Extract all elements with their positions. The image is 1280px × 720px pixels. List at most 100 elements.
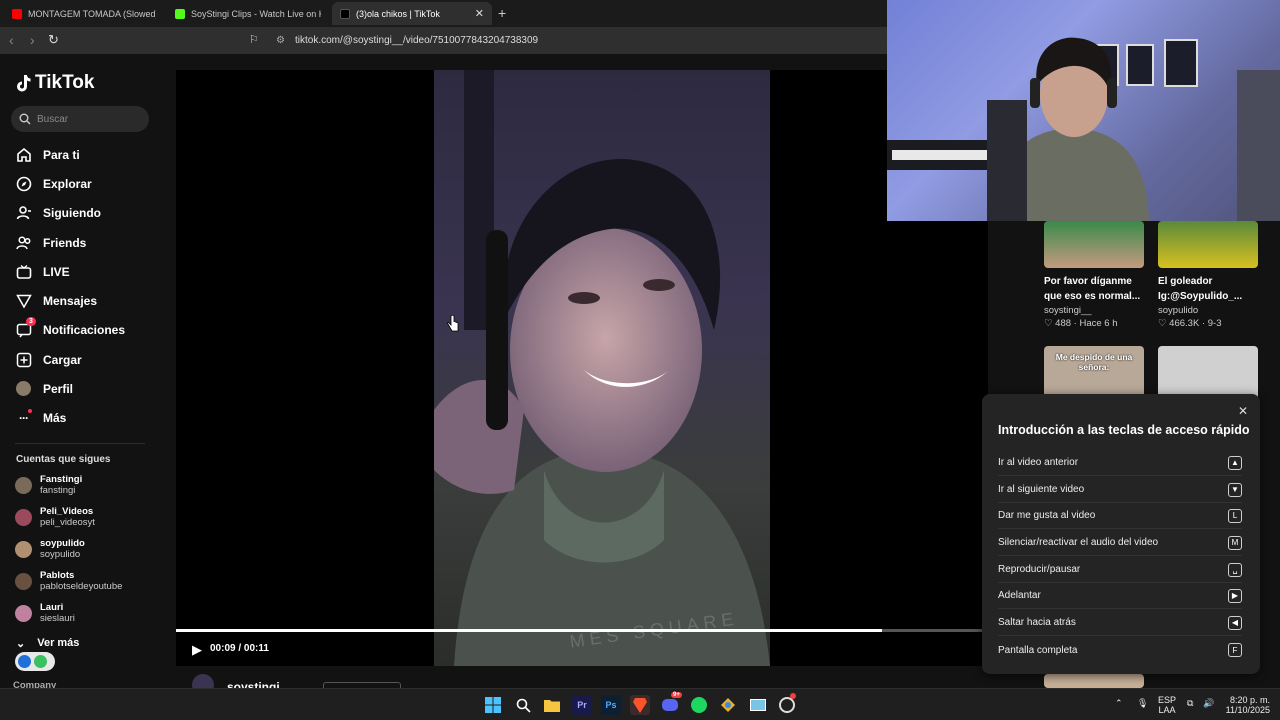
- video-frame[interactable]: MES SQUARE: [434, 70, 770, 666]
- video-user[interactable]: soypulido: [1158, 305, 1258, 316]
- account-item[interactable]: Lauri sieslauri: [15, 602, 75, 624]
- avatar: [15, 380, 32, 397]
- nav-label: Notificaciones: [43, 322, 126, 337]
- time-display: 00:09 / 00:11: [210, 643, 269, 654]
- following-title: Cuentas que sigues: [16, 454, 111, 465]
- nav-friends[interactable]: Friends: [15, 234, 86, 251]
- windows-start-icon[interactable]: [483, 695, 503, 715]
- obs-icon[interactable]: [777, 693, 797, 715]
- bookmark-icon[interactable]: ⚐: [249, 33, 259, 46]
- search-input[interactable]: [37, 113, 137, 125]
- notification-badge: 3: [26, 317, 36, 326]
- upload-icon: [15, 351, 32, 368]
- discord-icon[interactable]: 9+: [660, 692, 682, 715]
- nav-notificaciones[interactable]: 3 Notificaciones: [15, 317, 126, 338]
- video-thumbnail[interactable]: [1158, 221, 1258, 268]
- progress-fill: [176, 629, 883, 632]
- nav-explorar[interactable]: Explorar: [15, 175, 92, 192]
- compass-icon: [15, 175, 32, 192]
- video-card[interactable]: Por favor díganme que eso es normal... s…: [1044, 221, 1144, 329]
- nav-mensajes[interactable]: Mensajes: [15, 292, 97, 309]
- account-name: Fanstingi: [40, 474, 83, 485]
- play-icon[interactable]: ▶: [192, 642, 202, 658]
- tiktok-icon: [17, 75, 31, 92]
- folder-icon[interactable]: [542, 695, 562, 715]
- nav-label: Perfil: [43, 381, 74, 396]
- video-stats: ♡ 488 · Hace 6 h: [1044, 318, 1118, 329]
- see-more-button[interactable]: ⌄ Ver más: [16, 637, 79, 650]
- account-handle: sieslauri: [40, 613, 75, 624]
- reload-icon[interactable]: ↻: [48, 32, 59, 48]
- key-down-icon: ▼: [1228, 482, 1242, 497]
- tiktok-logo[interactable]: TikTok: [15, 72, 94, 94]
- spotify-icon[interactable]: [689, 695, 709, 715]
- video-card[interactable]: El goleador Ig:@Soypulido_... soypulido …: [1158, 221, 1258, 329]
- clock[interactable]: 8:20 p. m. 11/10/2025: [1224, 695, 1270, 715]
- key-up-icon: ▲: [1228, 455, 1242, 470]
- plus-icon[interactable]: +: [498, 5, 506, 21]
- account-item[interactable]: Peli_Videos peli_videosyt: [15, 506, 95, 528]
- nav-para-ti[interactable]: Para ti: [15, 146, 80, 163]
- nav-perfil[interactable]: Perfil: [15, 380, 73, 397]
- webcam-overlay: [887, 0, 1280, 221]
- back-icon[interactable]: ‹: [9, 32, 14, 48]
- nav-mas[interactable]: ··· Más: [15, 409, 66, 426]
- search-box[interactable]: [11, 106, 149, 132]
- brave-icon[interactable]: [630, 695, 650, 715]
- tiktok-icon: [340, 8, 350, 19]
- video-age: Hace 6 h: [1079, 318, 1118, 329]
- tab-kick[interactable]: SoyStingi Clips - Watch Live on Kick: [167, 2, 329, 25]
- video-title[interactable]: El goleador Ig:@Soypulido_...: [1158, 274, 1258, 304]
- snipping-tool-icon[interactable]: [748, 695, 768, 715]
- tab-title: (3)ola chikos | TikTok: [356, 8, 440, 19]
- progress-bar[interactable]: [176, 629, 988, 632]
- tab-youtube[interactable]: MONTAGEM TOMADA (Slowed) | La: [4, 2, 164, 25]
- tab-title: SoyStingi Clips - Watch Live on Kick: [191, 8, 321, 19]
- heart-icon: ♡: [1158, 318, 1167, 329]
- video-player[interactable]: MES SQUARE ▶ 00:09 / 00:11: [176, 70, 988, 666]
- lang-code: ESP: [1158, 695, 1177, 705]
- avatar: [15, 572, 32, 590]
- chevron-down-icon: ⌄: [16, 638, 26, 650]
- account-handle: soypulido: [40, 549, 81, 560]
- microphone-icon[interactable]: 🎙: [1137, 698, 1148, 708]
- nav-label: LIVE: [43, 264, 70, 279]
- app-pill[interactable]: [15, 652, 55, 671]
- close-icon[interactable]: ✕: [1238, 404, 1248, 418]
- avatar: [15, 540, 32, 558]
- volume-icon[interactable]: 🔊: [1203, 698, 1214, 708]
- account-handle: peli_videosyt: [40, 517, 95, 528]
- premiere-icon[interactable]: Pr: [572, 695, 592, 715]
- url-field[interactable]: ⚙ tiktok.com/@soystingi__/video/75100778…: [268, 30, 888, 51]
- account-item[interactable]: Fanstingi fanstingi: [15, 474, 82, 496]
- nav-cargar[interactable]: Cargar: [15, 351, 82, 368]
- video-title[interactable]: Por favor díganme que eso es normal...: [1044, 274, 1144, 304]
- network-icon[interactable]: ⧉: [1187, 698, 1193, 708]
- nav-live[interactable]: LIVE: [15, 263, 70, 280]
- clock-date: 11/10/2025: [1225, 705, 1270, 715]
- hand-cursor-icon: [447, 315, 459, 332]
- key-right-icon: ▶: [1228, 588, 1242, 603]
- video-card[interactable]: [1044, 674, 1144, 688]
- forward-icon[interactable]: ›: [30, 32, 35, 48]
- photoshop-icon[interactable]: Ps: [601, 695, 621, 715]
- tab-tiktok[interactable]: (3)ola chikos | TikTok ✕: [332, 2, 492, 25]
- account-item[interactable]: soypulido soypulido: [15, 538, 85, 560]
- site-info-icon[interactable]: ⚙: [276, 35, 285, 46]
- language-indicator[interactable]: ESP LAA: [1158, 695, 1176, 715]
- video-thumbnail[interactable]: [1044, 221, 1144, 268]
- tab-title: MONTAGEM TOMADA (Slowed) | La: [28, 8, 156, 19]
- app-icon[interactable]: [718, 695, 738, 715]
- account-name: Peli_Videos: [40, 506, 94, 517]
- avatar: [15, 476, 32, 494]
- video-thumbnail[interactable]: [1044, 674, 1144, 688]
- nav-siguiendo[interactable]: Siguiendo: [15, 204, 101, 221]
- close-icon[interactable]: ✕: [475, 7, 484, 20]
- chevron-up-icon[interactable]: ⌃: [1115, 698, 1123, 708]
- key-left-icon: ◀: [1228, 615, 1242, 630]
- video-user[interactable]: soystingi__: [1044, 305, 1144, 316]
- clock-time: 8:20 p. m.: [1229, 695, 1270, 705]
- nav-label: Siguiendo: [43, 205, 101, 220]
- account-item[interactable]: Pablots pablotseldeyoutube: [15, 570, 122, 592]
- search-icon[interactable]: [513, 695, 533, 715]
